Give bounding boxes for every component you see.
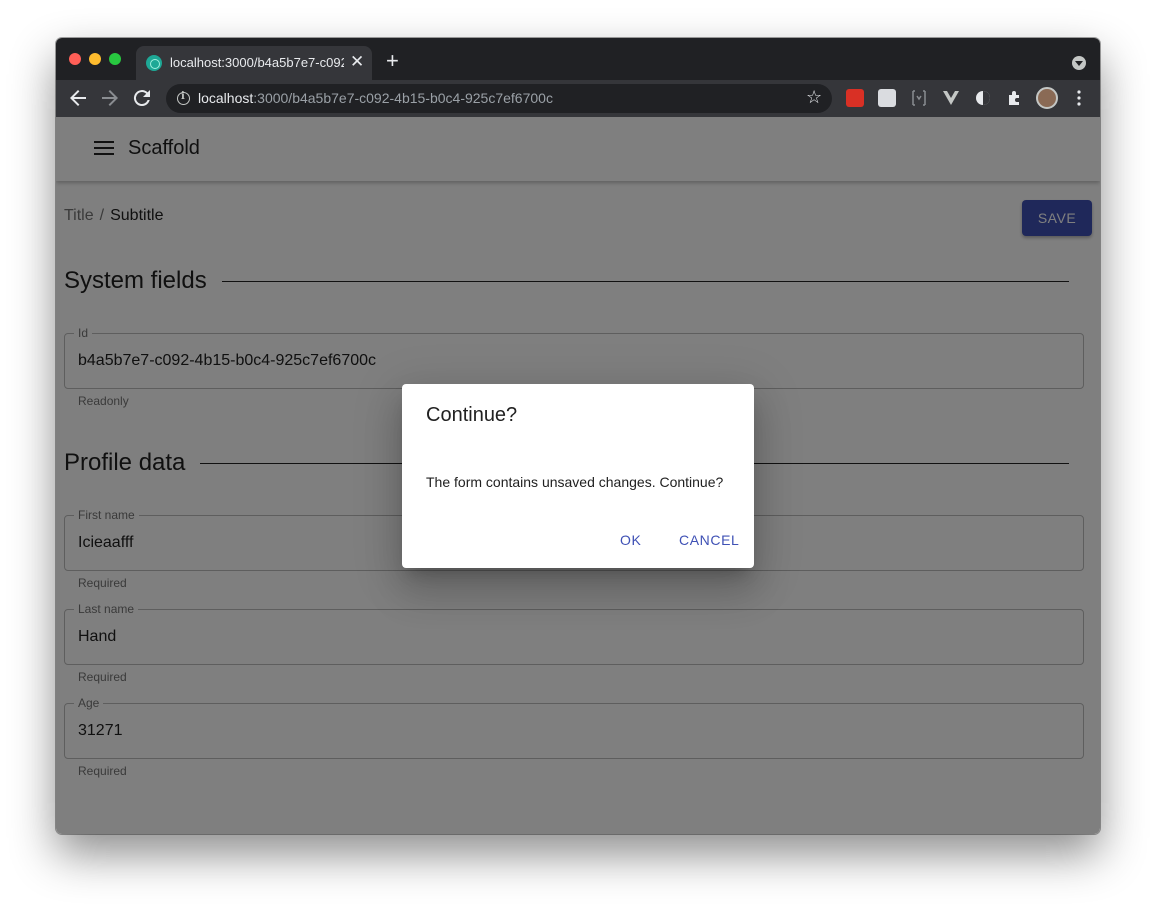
browser-tab[interactable]: localhost:3000/b4a5b7e7-c092-4b15-b0c4-9…: [136, 46, 372, 80]
url-text[interactable]: localhost:3000/b4a5b7e7-c092-4b15-b0c4-9…: [198, 90, 553, 106]
maximize-window-button[interactable]: [109, 53, 121, 65]
extensions-puzzle-icon[interactable]: [1006, 89, 1024, 107]
extension-gray-icon[interactable]: [878, 89, 896, 107]
new-tab-icon[interactable]: +: [386, 50, 399, 72]
dialog-title: Continue?: [426, 404, 518, 426]
forward-icon[interactable]: [98, 86, 122, 110]
close-window-button[interactable]: [69, 53, 81, 65]
url-path: :3000/b4a5b7e7-c092-4b15-b0c4-925c7ef670…: [253, 90, 553, 106]
back-icon[interactable]: [66, 86, 90, 110]
dialog-message: The form contains unsaved changes. Conti…: [426, 474, 724, 490]
close-tab-icon[interactable]: ✕: [350, 53, 364, 71]
favicon-icon: [146, 55, 162, 71]
reload-icon[interactable]: [130, 86, 154, 110]
site-info-icon[interactable]: [177, 91, 190, 105]
page-content: Scaffold Title/Subtitle SAVE System fiel…: [56, 117, 1100, 834]
ok-button[interactable]: OK: [620, 532, 641, 548]
tab-search-icon[interactable]: [1072, 56, 1086, 70]
browser-toolbar: localhost:3000/b4a5b7e7-c092-4b15-b0c4-9…: [56, 80, 1100, 117]
tab-title: localhost:3000/b4a5b7e7-c092-4b15-b0c4-9…: [170, 55, 344, 70]
extension-bracket-icon[interactable]: [910, 89, 928, 107]
profile-avatar[interactable]: [1036, 87, 1058, 109]
tab-strip: localhost:3000/b4a5b7e7-c092-4b15-b0c4-9…: [56, 38, 1100, 80]
more-menu-icon[interactable]: [1070, 89, 1088, 107]
minimize-window-button[interactable]: [89, 53, 101, 65]
extension-red-icon[interactable]: [846, 89, 864, 107]
dark-mode-icon[interactable]: [974, 89, 992, 107]
vue-devtools-icon[interactable]: [942, 89, 960, 107]
confirm-dialog: Continue? The form contains unsaved chan…: [402, 384, 754, 568]
url-host: localhost: [198, 90, 254, 106]
bookmark-star-icon[interactable]: ☆: [806, 87, 822, 108]
browser-window: localhost:3000/b4a5b7e7-c092-4b15-b0c4-9…: [56, 38, 1100, 834]
address-bar[interactable]: localhost:3000/b4a5b7e7-c092-4b15-b0c4-9…: [166, 84, 832, 113]
cancel-button[interactable]: CANCEL: [679, 532, 739, 548]
